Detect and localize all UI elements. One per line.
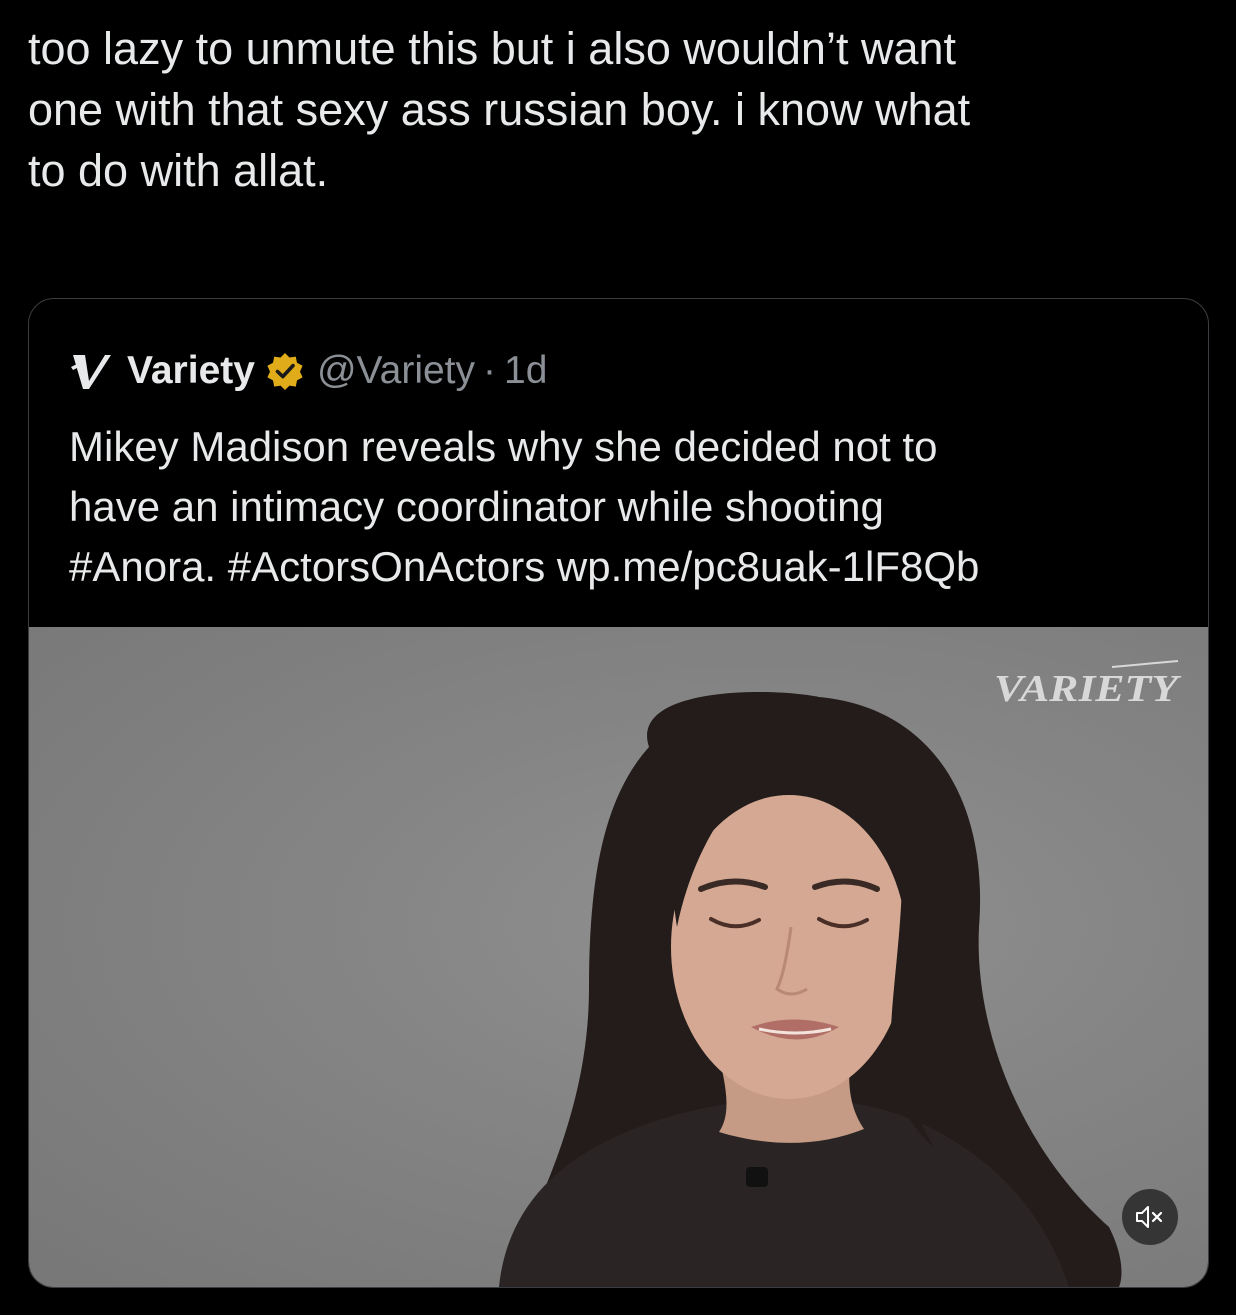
watermark-text: VARIETY	[994, 668, 1182, 710]
author-handle[interactable]: @Variety	[317, 349, 475, 393]
variety-watermark-logo: VARIETY	[994, 660, 1182, 710]
author-name[interactable]: Variety	[127, 349, 255, 393]
verified-badge-icon	[267, 353, 303, 390]
quoted-tweet-text: Mikey Madison reveals why she decided no…	[69, 423, 980, 590]
variety-v-logo-icon[interactable]	[69, 349, 113, 393]
tweet-text: too lazy to unmute this but i also would…	[28, 23, 971, 196]
timestamp[interactable]: 1d	[504, 349, 547, 393]
speaker-muted-icon	[1136, 1206, 1163, 1228]
quoted-tweet-header: Variety @Variety · 1d	[69, 345, 547, 397]
quoted-tweet-card[interactable]: Variety @Variety · 1d Mikey Madison reve…	[28, 298, 1209, 1288]
video-player[interactable]: VARIETY	[29, 627, 1208, 1287]
video-frame	[499, 692, 1122, 1287]
separator-dot: ·	[483, 349, 497, 392]
mute-toggle-button[interactable]	[1122, 1189, 1178, 1245]
